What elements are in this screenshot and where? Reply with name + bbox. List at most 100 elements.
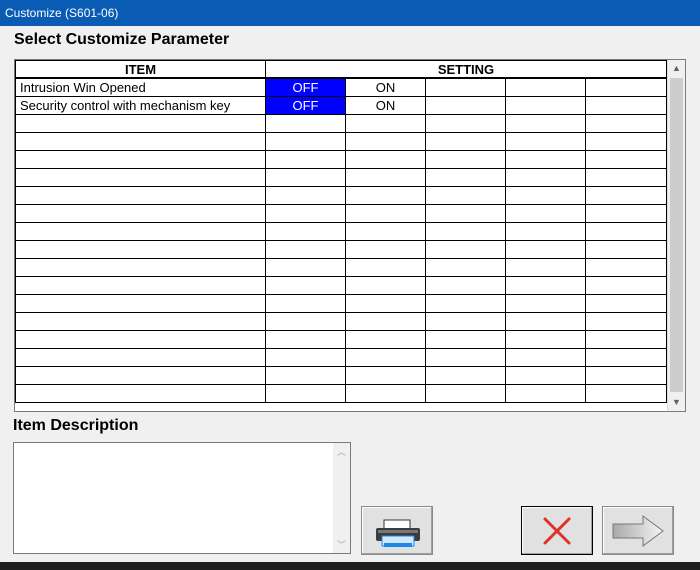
setting-cell-empty (505, 96, 586, 115)
setting-cell-empty (585, 77, 667, 97)
empty-cell (15, 276, 266, 295)
empty-cell (505, 240, 586, 259)
empty-cell (425, 258, 506, 277)
empty-cell (265, 204, 346, 223)
item-name-cell[interactable]: Intrusion Win Opened (15, 77, 266, 97)
empty-cell (425, 348, 506, 367)
item-column-header: ITEM (15, 60, 266, 79)
print-button[interactable] (361, 506, 433, 555)
empty-cell (15, 222, 266, 241)
empty-cell (505, 150, 586, 169)
red-x-icon (543, 517, 571, 545)
empty-cell (505, 114, 586, 133)
empty-cell (505, 186, 586, 205)
empty-cell (585, 384, 667, 403)
empty-cell (585, 240, 667, 259)
item-name-cell[interactable]: Security control with mechanism key (15, 96, 266, 115)
table-row-empty (15, 240, 667, 259)
empty-cell (265, 132, 346, 151)
empty-cell (15, 366, 266, 385)
scroll-down-icon[interactable]: ﹀ (333, 538, 350, 551)
description-scrollbar[interactable]: ︿ ﹀ (333, 443, 350, 553)
table-row-empty (15, 150, 667, 169)
empty-cell (265, 258, 346, 277)
empty-cell (505, 276, 586, 295)
empty-cell (425, 150, 506, 169)
empty-cell (585, 132, 667, 151)
empty-cell (585, 276, 667, 295)
empty-cell (345, 132, 426, 151)
empty-cell (505, 258, 586, 277)
empty-cell (15, 330, 266, 349)
empty-cell (345, 114, 426, 133)
empty-cell (15, 294, 266, 313)
table-row[interactable]: Intrusion Win Opened OFF ON (15, 77, 667, 97)
empty-cell (15, 186, 266, 205)
empty-cell (505, 312, 586, 331)
empty-cell (345, 222, 426, 241)
empty-cell (345, 294, 426, 313)
empty-cell (265, 330, 346, 349)
empty-cell (505, 222, 586, 241)
empty-cell (345, 312, 426, 331)
empty-cell (585, 366, 667, 385)
table-row-empty (15, 294, 667, 313)
empty-cell (265, 168, 346, 187)
empty-cell (15, 150, 266, 169)
table-row-empty (15, 258, 667, 277)
printer-icon (376, 519, 420, 547)
scroll-down-icon[interactable]: ▼ (668, 394, 685, 411)
item-description-box[interactable]: ︿ ﹀ (13, 442, 351, 554)
empty-cell (505, 330, 586, 349)
empty-cell (425, 186, 506, 205)
empty-cell (15, 240, 266, 259)
empty-cell (585, 150, 667, 169)
empty-cell (425, 330, 506, 349)
empty-cell (15, 258, 266, 277)
empty-cell (265, 384, 346, 403)
empty-cell (585, 330, 667, 349)
empty-cell (505, 168, 586, 187)
empty-cell (15, 204, 266, 223)
empty-cell (425, 222, 506, 241)
parameter-grid: ITEM SETTING Intrusion Win Opened OFF ON Se… (14, 59, 686, 412)
empty-cell (345, 258, 426, 277)
window-titlebar: Customize (S601-06) (0, 0, 700, 26)
setting-option-off[interactable]: OFF (265, 77, 346, 97)
empty-cell (425, 312, 506, 331)
empty-cell (585, 258, 667, 277)
scroll-thumb[interactable] (670, 78, 683, 392)
table-row-empty (15, 348, 667, 367)
empty-cell (345, 204, 426, 223)
empty-cell (505, 204, 586, 223)
empty-cell (265, 276, 346, 295)
description-title: Item Description (13, 417, 139, 434)
empty-cell (15, 132, 266, 151)
empty-cell (425, 294, 506, 313)
table-row-empty (15, 276, 667, 295)
empty-cell (265, 240, 346, 259)
empty-cell (345, 366, 426, 385)
empty-cell (505, 366, 586, 385)
scroll-up-icon[interactable]: ︿ (333, 445, 350, 458)
empty-cell (15, 348, 266, 367)
scroll-up-icon[interactable]: ▲ (668, 60, 685, 77)
setting-cell-empty (505, 77, 586, 97)
parameters-title: Select Customize Parameter (14, 31, 230, 48)
cancel-button[interactable] (521, 506, 593, 555)
setting-option-off[interactable]: OFF (265, 96, 346, 115)
empty-cell (265, 348, 346, 367)
empty-cell (15, 312, 266, 331)
right-arrow-icon (612, 515, 664, 547)
grid-scrollbar[interactable]: ▲ ▼ (667, 60, 685, 411)
next-button[interactable] (602, 506, 674, 555)
empty-cell (585, 114, 667, 133)
empty-cell (265, 222, 346, 241)
empty-cell (585, 186, 667, 205)
setting-option-on[interactable]: ON (345, 96, 426, 115)
table-row[interactable]: Security control with mechanism key OFF ON (15, 96, 667, 115)
empty-cell (585, 204, 667, 223)
table-row-empty (15, 330, 667, 349)
empty-cell (425, 276, 506, 295)
setting-option-on[interactable]: ON (345, 77, 426, 97)
